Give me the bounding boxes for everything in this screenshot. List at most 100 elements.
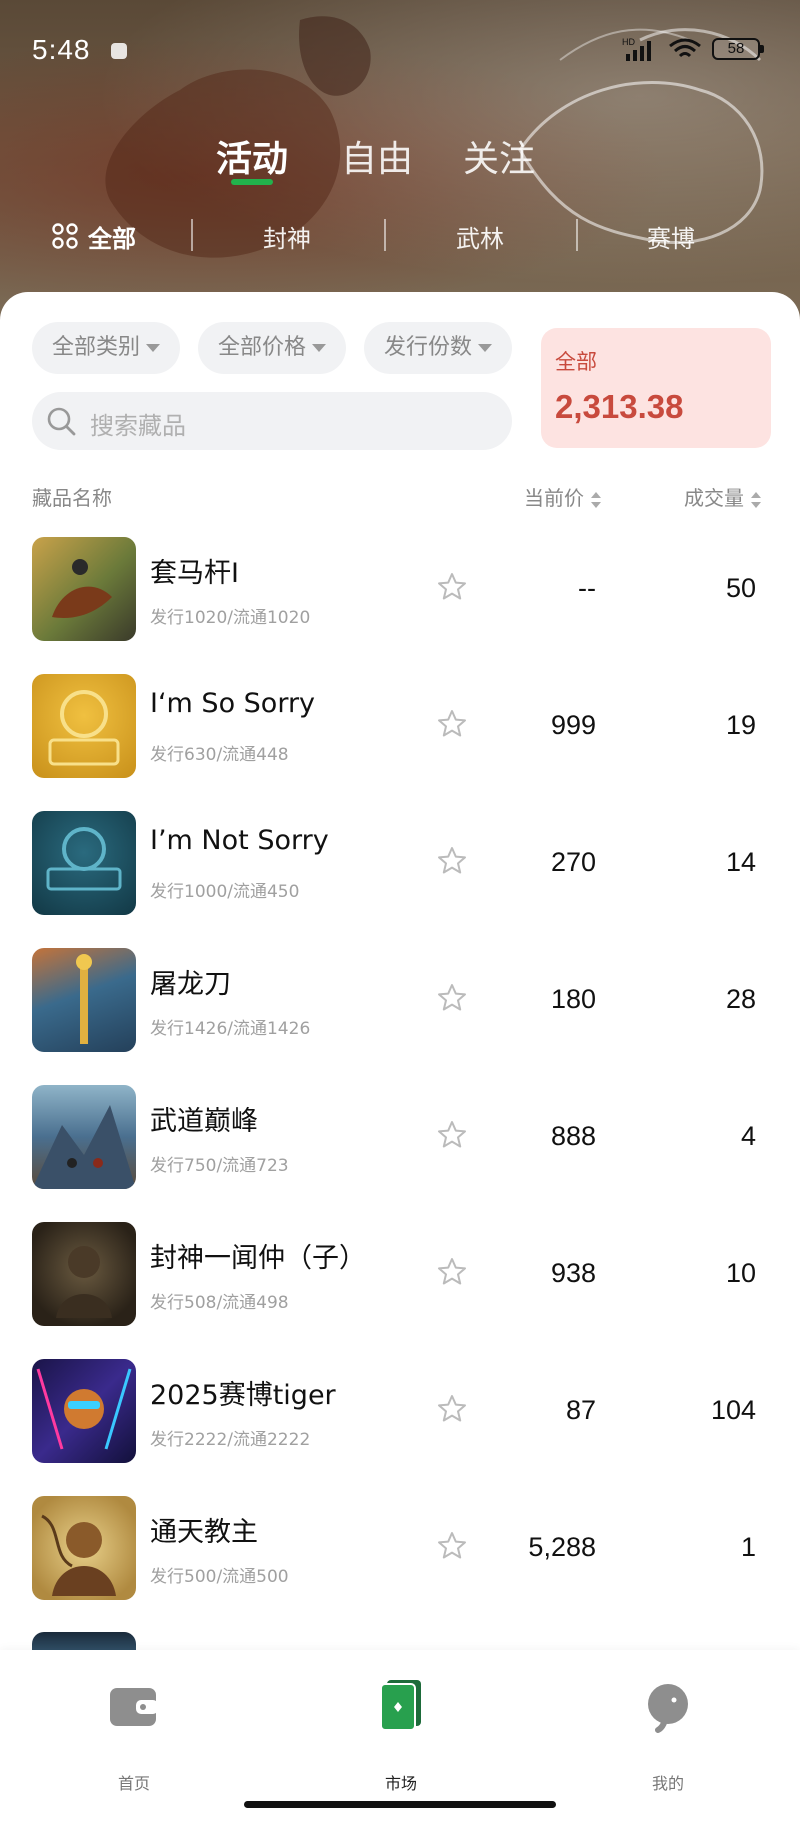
nav-home[interactable]: 首页 [74,1678,194,1793]
list-item[interactable]: 封神一闻仲（子） 发行508/流通498 938 10 [0,1222,800,1358]
subtab-fengshen[interactable]: 封神 [263,219,311,254]
item-supply: 发行1426/流通1426 [150,1019,311,1039]
tab-follow[interactable]: 关注 [463,130,535,182]
subtab-all[interactable]: 全部 [88,219,136,254]
home-indicator [244,1801,556,1808]
filter-price-label: 全部价格 [218,335,307,360]
filter-issue[interactable]: 发行份数 [364,322,512,374]
nav-market[interactable]: 市场 [341,1678,461,1793]
list-item[interactable]: 2025赛博tiger 发行2222/流通2222 87 104 [0,1359,800,1495]
item-name: 屠龙刀 [150,969,231,1000]
column-name-header: 藏品名称 [32,486,112,510]
item-volume: 10 [725,1258,756,1288]
wifi-icon [669,38,701,58]
item-price: 87 [565,1395,596,1425]
item-volume: 104 [710,1395,756,1425]
summary-label: 全部 [555,350,597,374]
star-icon[interactable] [436,1393,468,1425]
chevron-down-icon [312,344,327,352]
item-volume: 50 [725,573,756,603]
status-bar: 5:48 HD 58 [0,28,800,72]
item-volume: 1 [740,1532,756,1562]
item-name: 2025赛博tiger [150,1380,336,1411]
chevron-down-icon [478,344,493,352]
item-thumbnail [32,1222,136,1326]
list-item[interactable]: I‘m So Sorry 发行630/流通448 999 19 [0,674,800,810]
sort-icon [591,491,601,508]
search-input[interactable]: 搜索藏品 [32,392,512,450]
star-icon[interactable] [436,1530,468,1562]
item-name: 武道巅峰 [150,1106,258,1137]
list-item[interactable]: 通天教主 发行500/流通500 5,288 1 [0,1496,800,1632]
star-icon[interactable] [436,982,468,1014]
battery-icon: 58 [712,38,764,60]
item-volume: 14 [725,847,756,877]
filter-category[interactable]: 全部类别 [32,322,180,374]
search-icon [47,407,76,436]
item-thumbnail [32,1359,136,1463]
item-name: 封神一闻仲（子） [150,1243,366,1274]
filter-category-label: 全部类别 [52,335,141,360]
list-item[interactable]: 屠龙刀 发行1426/流通1426 180 28 [0,948,800,1084]
item-thumbnail [32,674,136,778]
star-icon[interactable] [436,845,468,877]
search-placeholder: 搜索藏品 [90,412,186,440]
elephant-icon [648,1684,688,1733]
status-time: 5:48 [32,34,91,65]
svg-text:HD: HD [622,37,635,47]
item-supply: 发行500/流通500 [150,1567,289,1587]
active-tab-indicator [231,179,273,185]
item-volume: 4 [740,1121,756,1151]
item-supply: 发行630/流通448 [150,745,289,765]
signal-icon: HD [622,37,651,61]
list-item[interactable]: I’m Not Sorry 发行1000/流通450 270 14 [0,811,800,947]
header-banner: 5:48 HD 58 活动 自由 关注 全部 封神 武林 赛博 [0,0,800,320]
summary-card: 全部 2,313.38 [541,328,771,448]
item-thumbnail [32,1085,136,1189]
item-supply: 发行1020/流通1020 [150,608,311,628]
item-name: 套马杆I [150,558,239,589]
item-supply: 发行1000/流通450 [150,882,300,902]
item-volume: 28 [725,984,756,1014]
item-price: 180 [550,984,596,1014]
list-item[interactable]: 武道巅峰 发行750/流通723 888 4 [0,1085,800,1221]
column-volume-header[interactable]: 成交量 [684,482,762,511]
wallet-icon [110,1688,158,1726]
bottom-nav: 首页 市场 我的 [0,1650,800,1822]
summary-value: 2,313.38 [555,388,684,425]
item-thumbnail [32,811,136,915]
nav-profile[interactable]: 我的 [608,1678,728,1793]
item-thumbnail [32,537,136,641]
item-thumbnail [32,1496,136,1600]
item-name: I‘m So Sorry [150,688,316,719]
tab-free[interactable]: 自由 [341,130,413,182]
subtab-wulin[interactable]: 武林 [456,219,504,254]
divider [384,219,386,251]
filter-price[interactable]: 全部价格 [198,322,346,374]
item-volume: 19 [725,710,756,740]
item-supply: 发行750/流通723 [150,1156,289,1176]
star-icon[interactable] [436,1256,468,1288]
star-icon[interactable] [436,571,468,603]
star-icon[interactable] [436,708,468,740]
column-price-label: 当前价 [524,486,584,510]
column-volume-label: 成交量 [684,486,744,510]
item-name: 通天教主 [150,1517,258,1548]
item-supply: 发行2222/流通2222 [150,1430,311,1450]
column-price-header[interactable]: 当前价 [524,482,602,511]
item-name: I’m Not Sorry [150,825,329,856]
nav-profile-label: 我的 [651,1774,684,1793]
item-price: 888 [550,1121,596,1151]
item-price: 999 [550,710,596,740]
filter-issue-label: 发行份数 [384,335,473,360]
item-supply: 发行508/流通498 [150,1293,289,1313]
nav-market-label: 市场 [384,1774,417,1793]
tab-activity[interactable]: 活动 [216,130,288,182]
subtab-cyber[interactable]: 赛博 [647,219,695,254]
item-thumbnail [32,948,136,1052]
sort-icon [751,491,761,508]
list-item[interactable]: 套马杆I 发行1020/流通1020 -- 50 [0,537,800,673]
chevron-down-icon [146,344,161,352]
star-icon[interactable] [436,1119,468,1151]
item-price: 270 [550,847,596,877]
